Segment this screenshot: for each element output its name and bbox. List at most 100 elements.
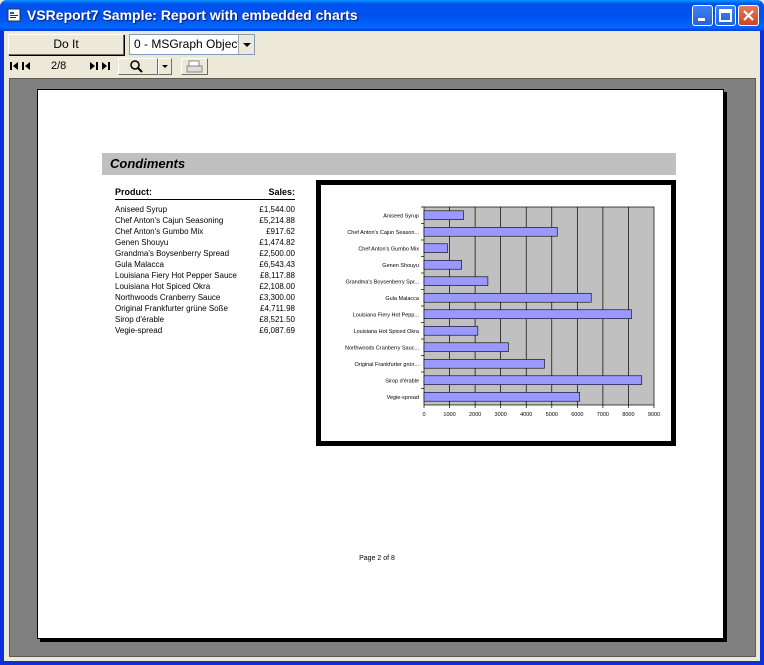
product-name: Northwoods Cranberry Sauce — [115, 293, 221, 302]
x-tick-label: 1000 — [443, 412, 455, 418]
y-tick-label: Chef Anton's Gumbo Mix — [358, 246, 419, 252]
bar — [423, 292, 592, 303]
last-page-icon — [102, 62, 110, 70]
section-title: Condiments — [110, 156, 186, 171]
sales-value: £8,521.50 — [259, 315, 295, 324]
x-tick-label: 4000 — [520, 412, 532, 418]
sales-value: £8,117.88 — [260, 271, 295, 280]
table-row: Aniseed Syrup £1,544.00 — [115, 205, 295, 216]
bar — [423, 358, 545, 369]
product-name: Chef Anton's Cajun Seasoning — [115, 216, 224, 225]
close-icon — [743, 10, 754, 21]
sales-value: £2,108.00 — [259, 282, 295, 291]
close-button[interactable] — [738, 5, 759, 26]
app-icon — [7, 8, 21, 22]
zoom-button[interactable] — [118, 58, 158, 75]
product-name: Chef Anton's Gumbo Mix — [115, 227, 204, 236]
sales-value: £6,087.69 — [259, 326, 295, 335]
bar — [423, 210, 464, 221]
x-tick-label: 9000 — [648, 412, 660, 418]
title-bar[interactable]: VSReport7 Sample: Report with embedded c… — [0, 0, 764, 31]
next-page-button[interactable] — [88, 59, 100, 73]
x-tick-label: 7000 — [597, 412, 609, 418]
zoom-dropdown-button[interactable] — [158, 58, 172, 75]
table-row: Louisiana Hot Spiced Okra £2,108.00 — [115, 282, 295, 293]
bar — [423, 259, 462, 270]
sales-value: £1,474.82 — [259, 238, 295, 247]
bar — [423, 226, 558, 237]
graph-type-value: 0 - MSGraph Object — [134, 37, 241, 51]
x-tick-label: 6000 — [571, 412, 583, 418]
product-name: Aniseed Syrup — [115, 205, 168, 214]
minimize-button[interactable] — [692, 5, 713, 26]
y-tick-label: Vegie-spread — [387, 395, 419, 401]
column-header-product: Product: — [115, 187, 152, 197]
y-tick-label: Louisiana Fiery Hot Pepp... — [353, 312, 420, 318]
column-header-sales: Sales: — [268, 187, 295, 197]
preview-pane[interactable]: Condiments Product: Sales: Aniseed Syrup… — [9, 78, 756, 657]
prev-page-button[interactable] — [20, 59, 32, 73]
next-page-icon — [90, 62, 98, 70]
zoom-icon — [130, 60, 143, 73]
y-tick-label: Aniseed Syrup — [383, 213, 419, 219]
bar — [423, 243, 448, 254]
first-page-icon — [10, 62, 18, 70]
sales-value: £3,300.00 — [259, 293, 295, 302]
page-footer: Page 2 of 8 — [359, 555, 395, 562]
product-name: Louisiana Hot Spiced Okra — [115, 282, 211, 291]
print-button[interactable] — [181, 58, 208, 75]
product-name: Louisiana Fiery Hot Pepper Sauce — [115, 271, 237, 280]
bar — [423, 309, 632, 320]
y-tick-label: Original Frankfurter grün... — [355, 362, 420, 368]
product-name: Sirop d'érable — [115, 315, 165, 324]
table-header: Product: Sales: — [115, 187, 295, 200]
sales-value: £6,543.43 — [259, 260, 295, 269]
bar — [423, 375, 643, 386]
last-page-button[interactable] — [100, 59, 112, 73]
y-tick-label: Chef Anton's Cajun Season... — [347, 230, 419, 236]
table-row: Louisiana Fiery Hot Pepper Sauce £8,117.8… — [115, 271, 295, 282]
x-tick-label: 8000 — [622, 412, 634, 418]
plot-area — [423, 206, 655, 406]
product-name: Gula Malacca — [115, 260, 164, 269]
x-tick-label: 2000 — [469, 412, 481, 418]
table-row: Northwoods Cranberry Sauce £3,300.00 — [115, 293, 295, 304]
chart-frame: 0 1000 2000 3000 4000 5000 6000 7000 8000 9000 Ani… — [316, 180, 676, 446]
window-title: VSReport7 Sample: Report with embedded c… — [27, 7, 358, 23]
y-tick-label: Sirop d'érable — [385, 378, 419, 384]
x-tick-label: 5000 — [546, 412, 558, 418]
bar — [423, 325, 479, 336]
product-name: Grandma's Boysenberry Spread — [115, 249, 230, 258]
do-it-button[interactable]: Do It — [8, 34, 124, 55]
bar — [423, 276, 489, 287]
product-name: Vegie-spread — [115, 326, 163, 335]
prev-page-icon — [22, 62, 30, 70]
minimize-icon — [698, 18, 705, 21]
navigation-bar: 2/8 — [4, 58, 760, 76]
bar — [423, 391, 580, 402]
page-indicator: 2/8 — [51, 60, 67, 72]
x-tick-label: 3000 — [495, 412, 507, 418]
app-window: VSReport7 Sample: Report with embedded c… — [0, 0, 764, 665]
table-row: Gula Malacca £6,543.43 — [115, 260, 295, 271]
product-name: Original Frankfurter grüne Soße — [115, 304, 228, 313]
sales-value: £4,711.98 — [260, 304, 295, 313]
client-area: Do It 0 - MSGraph Object 2/8 Condiments … — [4, 31, 760, 661]
sales-value: £917.62 — [266, 227, 295, 236]
graph-type-select[interactable]: 0 - MSGraph Object — [129, 34, 255, 55]
x-tick-label: 0 — [422, 412, 425, 418]
chevron-down-icon[interactable] — [238, 35, 254, 54]
table-row: Chef Anton's Cajun Seasoning £5,214.88 — [115, 216, 295, 227]
y-tick-label: Northwoods Cranberry Sauc... — [345, 345, 419, 351]
report-page: Condiments Product: Sales: Aniseed Syrup… — [37, 89, 724, 639]
section-header: Condiments — [102, 153, 676, 175]
y-tick-label: Gula Malacca — [385, 296, 420, 302]
first-page-button[interactable] — [8, 59, 20, 73]
table-row: Chef Anton's Gumbo Mix £917.62 — [115, 227, 295, 238]
maximize-button[interactable] — [715, 5, 736, 26]
sales-value: £5,214.88 — [259, 216, 295, 225]
sales-value: £1,544.00 — [259, 205, 295, 214]
table-row: Vegie-spread £6,087.69 — [115, 326, 295, 337]
bar — [423, 342, 509, 353]
print-icon — [186, 60, 203, 73]
